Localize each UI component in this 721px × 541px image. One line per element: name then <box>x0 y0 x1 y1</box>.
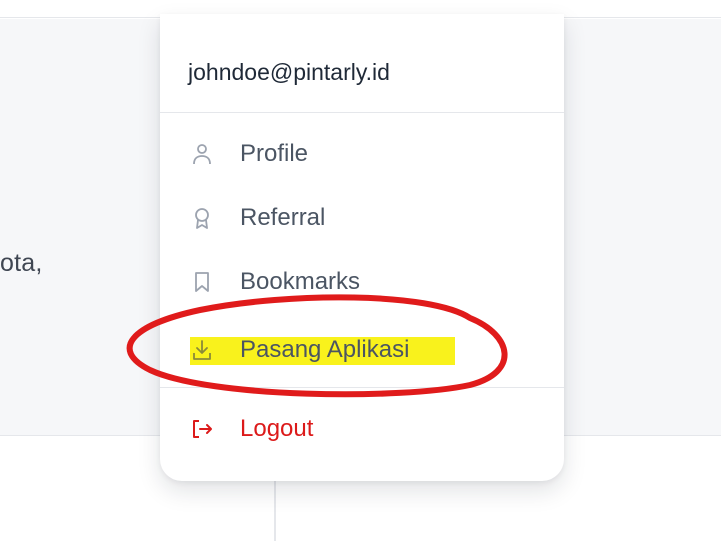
menu-item-label: Profile <box>240 140 309 167</box>
menu-item-label: Referral <box>240 204 326 231</box>
background-partial-text: ota, <box>0 249 43 277</box>
user-email: johndoe@pintarly.id <box>188 59 390 85</box>
menu-item-label: Pasang Aplikasi <box>240 336 410 363</box>
menu-item-bookmarks[interactable]: Bookmarks <box>160 254 564 310</box>
download-icon <box>193 340 211 360</box>
logout-icon <box>193 420 212 438</box>
menu-item-profile[interactable]: Profile <box>160 126 564 182</box>
dropdown-divider-top <box>160 112 564 113</box>
logout-label: Logout <box>240 415 314 442</box>
dropdown-divider-bottom <box>160 387 564 388</box>
user-icon <box>193 144 211 165</box>
menu-item-logout[interactable]: Logout <box>160 401 564 457</box>
bookmark-icon <box>195 272 209 292</box>
menu-item-install-app[interactable]: Pasang Aplikasi <box>160 322 564 378</box>
user-dropdown-menu: johndoe@pintarly.id Profile Referral Boo… <box>160 14 564 481</box>
menu-item-referral[interactable]: Referral <box>160 190 564 246</box>
award-icon <box>195 208 209 229</box>
menu-item-label: Bookmarks <box>240 268 361 295</box>
